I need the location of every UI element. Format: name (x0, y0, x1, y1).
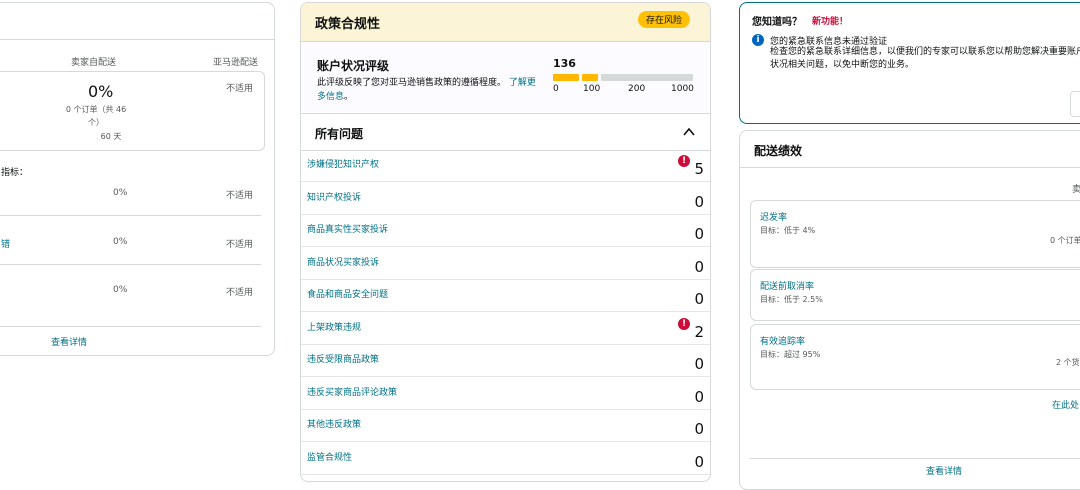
issue-row[interactable]: 违反受限商品政策 0 (301, 345, 710, 377)
policy-compliance-card: 政策合规性 存在风险 账户状况评级 此评级反映了您对亚马逊销售政策的遵循程度。 … (300, 2, 711, 482)
issue-row[interactable]: 监管合规性 0 (301, 443, 710, 475)
metric-row-2-name[interactable]: 错 (1, 237, 10, 250)
divider (0, 264, 261, 265)
did-you-know-card: 您知道吗？ 新功能！ i 您的紧急联系信息未通过验证 检查您的紧急联系详细信息，… (739, 2, 1080, 124)
tick-200: 200 (628, 84, 646, 94)
issue-count: 0 (694, 192, 704, 211)
issue-row[interactable]: 知识产权投诉 0 (301, 183, 710, 215)
account-health-desc-text: 此评级反映了您对亚马逊销售政策的遵循程度。 (317, 78, 507, 88)
view-details-link[interactable]: 查看详情 (51, 335, 87, 348)
divider (740, 167, 1080, 168)
issue-row[interactable]: 涉嫌侵犯知识产权! 5 (301, 150, 710, 182)
policy-title: 政策合规性 (315, 17, 381, 32)
issue-count: 0 (694, 420, 704, 438)
odr-orders: 0 个订单（共 46 (65, 105, 127, 114)
did-you-know-button[interactable] (1070, 91, 1080, 117)
cancel-rate-target: 目标：低于 2.5% (760, 295, 823, 304)
shipping-performance-title: 配送绩效 (754, 144, 803, 158)
issue-row[interactable]: 商品真实性买家投诉 0 (301, 215, 710, 247)
account-health-section: 账户状况评级 此评级反映了您对亚马逊销售政策的遵循程度。 了解更多信息。 136… (301, 42, 710, 112)
issue-name-link[interactable]: 商品真实性买家投诉 (307, 222, 388, 235)
metric-row-1-na: 不适用 (226, 191, 254, 201)
late-shipment-value: 0 个订单 (1050, 236, 1080, 245)
tick-1000: 1000 (671, 84, 694, 94)
divider (0, 39, 274, 40)
issue-name-link[interactable]: 违反受限商品政策 (307, 352, 379, 365)
metric-row-3-na: 不适用 (226, 288, 254, 298)
issue-count: 5 (694, 160, 704, 178)
all-issues-header[interactable]: 所有问题 (301, 113, 710, 151)
issue-name-link[interactable]: 监管合规性 (307, 450, 352, 463)
health-score-bar (553, 74, 693, 81)
odr-percent: 0% (88, 82, 114, 101)
late-shipment-link[interactable]: 迟发率 (760, 210, 787, 223)
odr-days: 60 天 (100, 132, 122, 141)
did-you-know-body: 检查您的紧急联系详细信息，以便我们的专家可以联系您以帮助您解决重要账户状况相关问… (770, 47, 1080, 70)
policy-header: 政策合规性 存在风险 (301, 3, 710, 42)
issue-count: 0 (694, 452, 704, 471)
new-feature-badge: 新功能！ (812, 17, 849, 27)
issue-count: 0 (694, 387, 704, 406)
metric-row-2-pct: 0% (113, 237, 128, 247)
account-health-title: 账户状况评级 (317, 59, 390, 73)
view-details-link[interactable]: 查看详情 (926, 464, 962, 477)
late-shipment-target: 目标：低于 4% (760, 226, 816, 235)
metric-row-1-pct: 0% (113, 188, 128, 198)
account-health-desc: 此评级反映了您对亚马逊销售政策的遵循程度。 了解更多信息。 (317, 76, 537, 104)
ship-col-header: 卖 (1072, 182, 1080, 195)
issue-name-link[interactable]: 商品状况买家投诉 (307, 255, 379, 268)
issue-count: 2 (694, 322, 704, 341)
issue-name-link[interactable]: 涉嫌侵犯知识产权 (307, 157, 379, 170)
metrics-label: 指标： (1, 168, 29, 178)
tick-100: 100 (583, 84, 601, 94)
divider (750, 458, 1080, 459)
issue-name-link[interactable]: 其他违反政策 (307, 417, 361, 430)
shipping-performance-card: 配送绩效 卖 迟发率 目标：低于 4% 0 个订单 配送前取消率 目标：低于 2… (739, 130, 1080, 490)
valid-tracking-target: 目标：超过 95% (760, 350, 821, 359)
metric-row-3-pct: 0% (113, 285, 128, 295)
odr-na: 不适用 (226, 84, 254, 94)
info-icon: i (752, 34, 764, 46)
health-bar-segment-2 (582, 74, 598, 81)
divider (0, 215, 261, 216)
issue-name-link[interactable]: 上架政策违规 (307, 320, 361, 333)
odr-orders-cont: 个） (88, 118, 104, 127)
issue-count: 0 (694, 257, 704, 276)
divider (0, 326, 261, 327)
warning-icon: ! (678, 317, 690, 330)
warning-icon: ! (678, 155, 690, 167)
issue-row[interactable]: 上架政策违规! 2 (301, 313, 710, 345)
health-bar-segment-3 (601, 74, 693, 81)
issue-count: 0 (694, 290, 704, 308)
col-seller-fulfilled: 卖家自配送 (71, 58, 117, 68)
health-score: 136 (553, 57, 576, 70)
cancel-rate-link[interactable]: 配送前取消率 (760, 279, 814, 292)
issue-row[interactable]: 违反买家商品评论政策 0 (301, 378, 710, 410)
issue-name-link[interactable]: 食品和商品安全问题 (307, 287, 388, 300)
valid-tracking-link[interactable]: 有效追踪率 (760, 334, 805, 347)
here-link[interactable]: 在此处 (1052, 398, 1079, 411)
col-amazon-fulfilled: 亚马逊配送 (213, 58, 259, 68)
risk-badge: 存在风险 (637, 11, 690, 28)
issue-row[interactable]: 食品和商品安全问题 0 (301, 280, 710, 312)
tick-0: 0 (553, 84, 559, 94)
issue-name-link[interactable]: 知识产权投诉 (307, 190, 361, 203)
metric-row-2-na: 不适用 (226, 240, 254, 250)
account-health-desc-end: 。 (344, 92, 354, 102)
chevron-up-icon[interactable] (682, 125, 696, 139)
issue-row[interactable]: 其他违反政策 0 (301, 410, 710, 442)
customer-service-card: 卖家自配送 亚马逊配送 0% 0 个订单（共 46 个） 60 天 不适用 指标… (0, 2, 275, 356)
issue-count: 0 (694, 225, 704, 243)
issue-row[interactable]: 商品状况买家投诉 0 (301, 248, 710, 280)
did-you-know-title: 您知道吗？ (752, 17, 802, 28)
issue-name-link[interactable]: 违反买家商品评论政策 (307, 385, 397, 398)
valid-tracking-value: 2 个货 (1056, 358, 1080, 367)
issue-count: 0 (694, 355, 704, 373)
all-issues-title: 所有问题 (315, 127, 364, 141)
health-bar-segment-1 (553, 74, 579, 81)
